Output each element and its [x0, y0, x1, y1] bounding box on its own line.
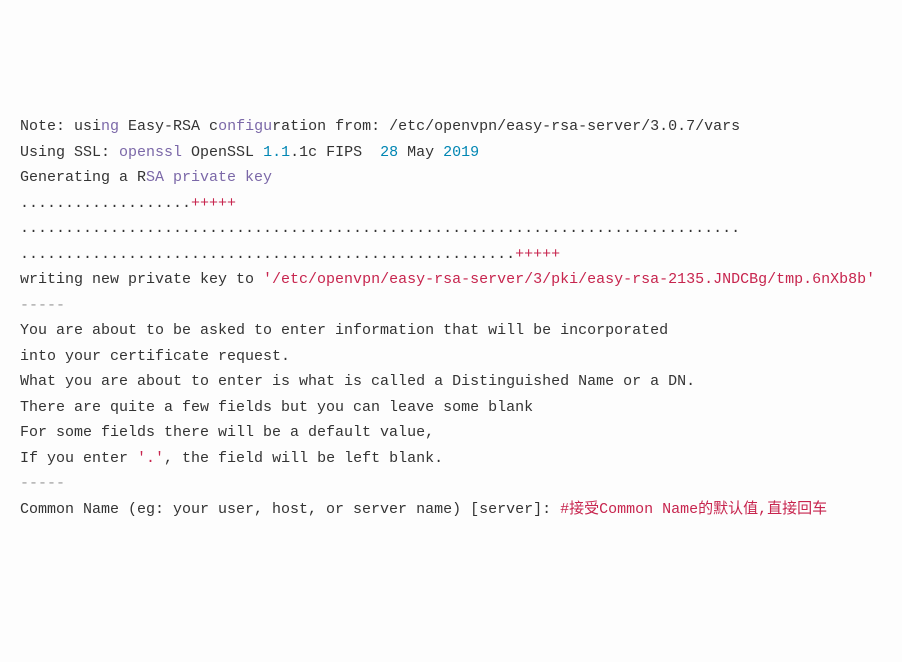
line-ssl: Using SSL: openssl OpenSSL 1.1.1c FIPS 2…	[20, 140, 882, 166]
line-dots2: ........................................…	[20, 216, 882, 242]
line-generating: Generating a RSA private key	[20, 165, 882, 191]
line-dots1: ...................+++++	[20, 191, 882, 217]
line-dashes1: -----	[20, 293, 882, 319]
line-info3: What you are about to enter is what is c…	[20, 369, 882, 395]
line-info1: You are about to be asked to enter infor…	[20, 318, 882, 344]
line-dashes2: -----	[20, 471, 882, 497]
line-info6: If you enter '.', the field will be left…	[20, 446, 882, 472]
line-writing: writing new private key to '/etc/openvpn…	[20, 267, 882, 293]
line-note: Note: using Easy-RSA configuration from:…	[20, 114, 882, 140]
line-info5: For some fields there will be a default …	[20, 420, 882, 446]
line-common-name: Common Name (eg: your user, host, or ser…	[20, 497, 882, 523]
line-info4: There are quite a few fields but you can…	[20, 395, 882, 421]
line-info2: into your certificate request.	[20, 344, 882, 370]
terminal-output: Note: using Easy-RSA configuration from:…	[20, 114, 882, 522]
line-dots3: ........................................…	[20, 242, 882, 268]
